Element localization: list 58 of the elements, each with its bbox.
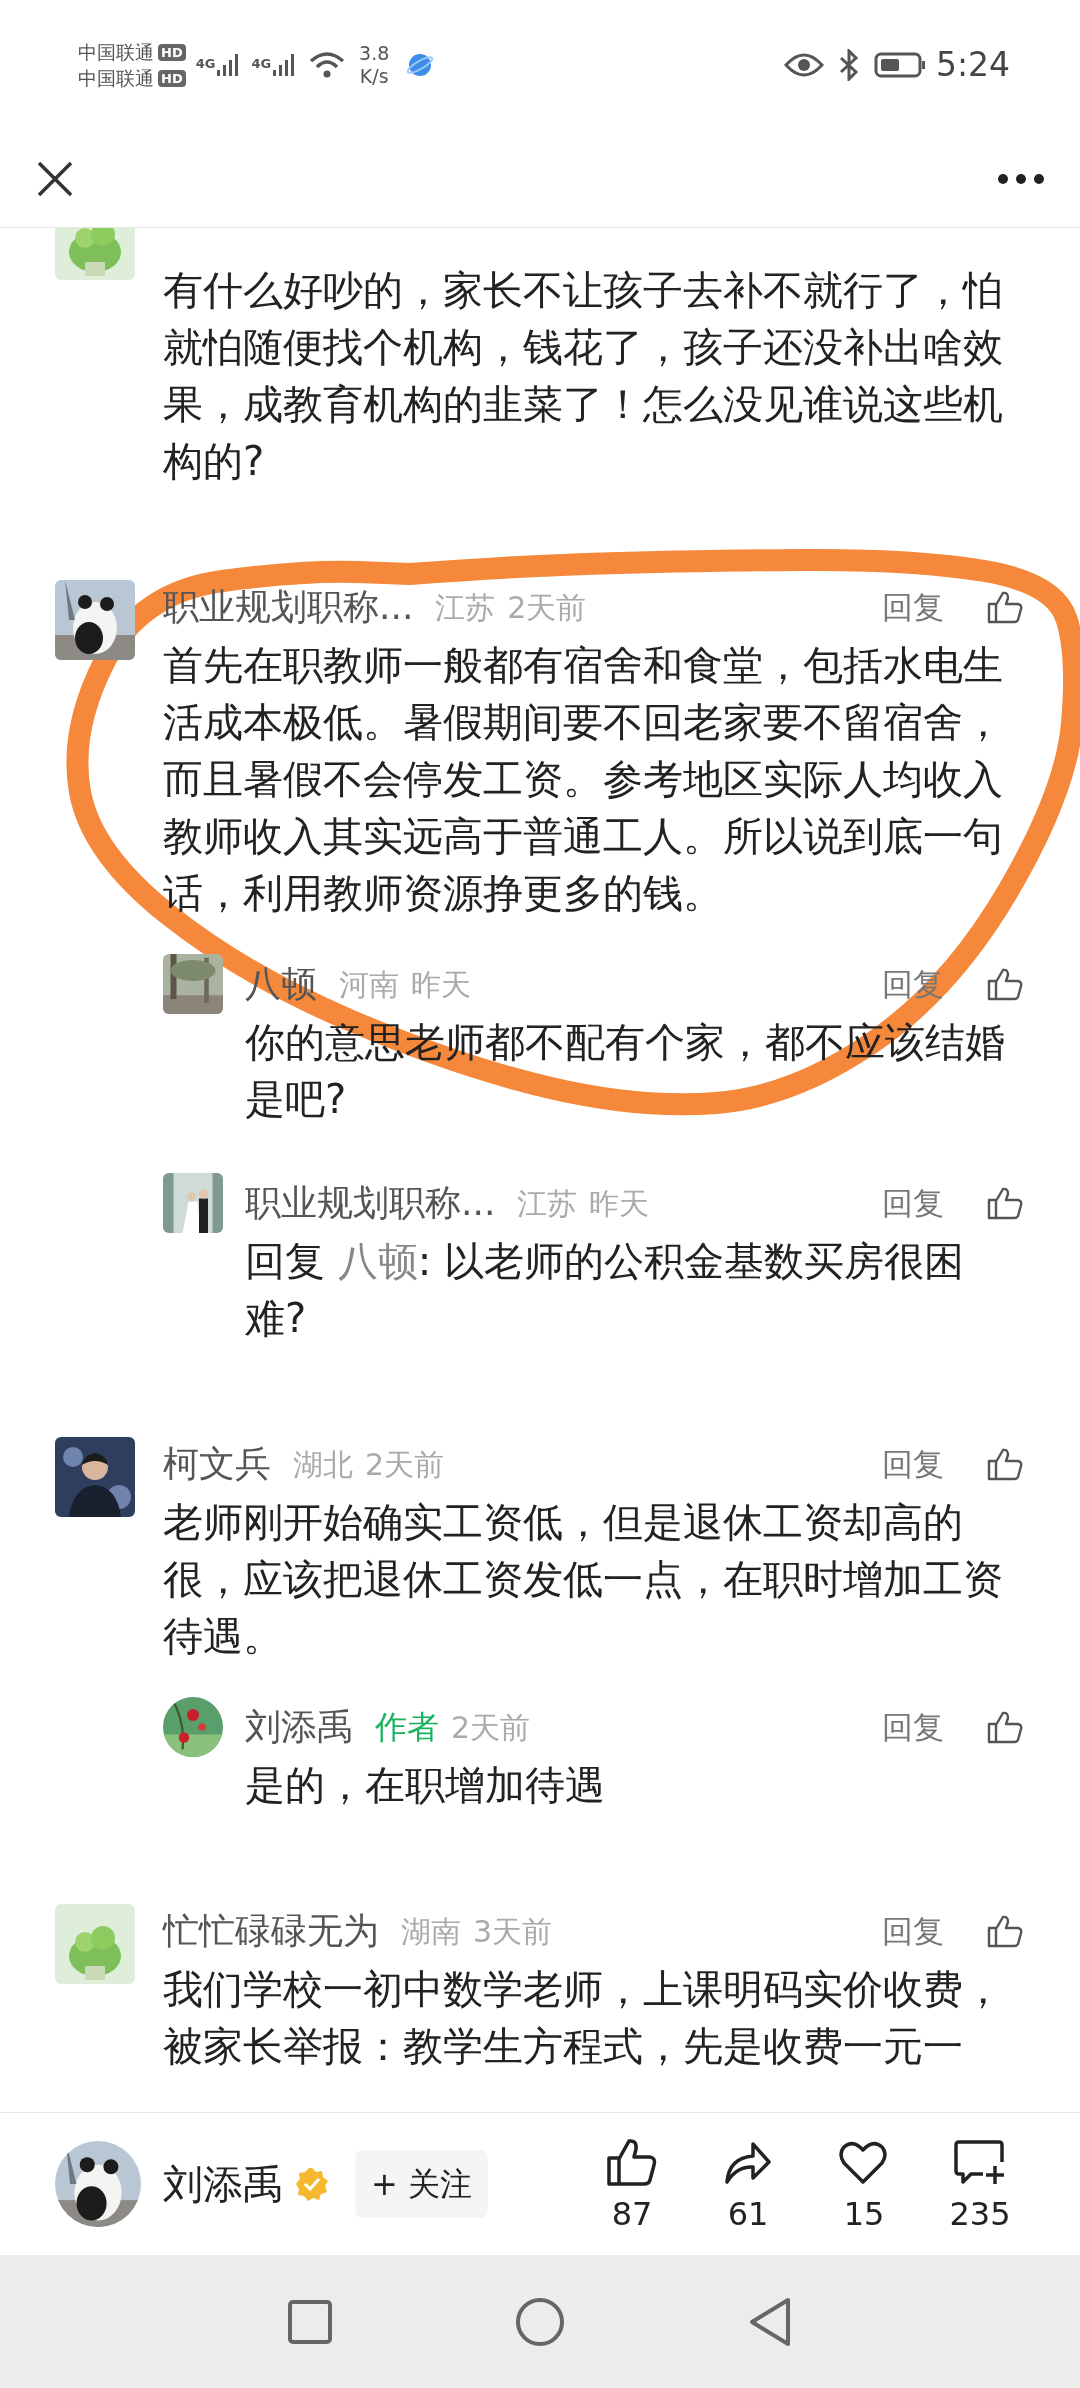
carrier-name: 中国联通 xyxy=(78,66,154,90)
comment-text: 老师刚开始确实工资低，但是退休工资却高的很，应该把退休工资发低一点，在职时增加工资待遇。 xyxy=(163,1498,1004,1661)
comment-location: 河南 xyxy=(339,965,399,1004)
comment-location: 湖南 xyxy=(401,1912,461,1951)
home-icon[interactable] xyxy=(514,2295,566,2348)
commenter-name: 忙忙碌碌无为 xyxy=(163,1909,379,1953)
bluetooth-icon xyxy=(837,49,860,81)
recent-apps-icon[interactable] xyxy=(286,2297,334,2346)
action-count: 87 xyxy=(611,2196,653,2232)
comment-location: 江苏 xyxy=(517,1184,578,1223)
speed-unit: K/s xyxy=(359,65,389,88)
reply-button[interactable]: 回复 xyxy=(882,583,944,631)
network-label: 4G xyxy=(195,55,216,73)
action-count: 15 xyxy=(843,2196,885,2232)
action-count: 235 xyxy=(949,2196,1011,2232)
like-icon[interactable] xyxy=(986,589,1024,625)
comment-time: 2天前 xyxy=(365,1445,445,1484)
comment-time: 2天前 xyxy=(451,1708,531,1747)
like-icon[interactable] xyxy=(986,1185,1024,1221)
like-icon[interactable] xyxy=(986,966,1024,1002)
comment-text: 回复 八顿: 以老师的公积金基数买房很困难? xyxy=(245,1237,965,1343)
author-tag: 作者 xyxy=(375,1703,439,1751)
battery-icon xyxy=(873,51,926,79)
comment-text: 首先在职教师一般都有宿舍和食堂，包括水电生活成本极低。暑假期间要不回老家要不留宿舍，而且暑假不会停发工资。参考地区实际人均收入教师收入其实远高于普通工人。所以说到底一句话，利用教师资源挣更多的钱。 xyxy=(163,641,1004,918)
carrier-name: 中国联通 xyxy=(78,40,154,64)
action-count: 61 xyxy=(727,2196,769,2232)
planet-icon xyxy=(407,52,434,78)
comment-location: 湖北 xyxy=(293,1445,353,1484)
like-icon[interactable] xyxy=(986,1913,1024,1949)
commenter-name: 刘添禹 xyxy=(245,1705,353,1749)
network-label: 4G xyxy=(251,55,272,73)
clock-time: 5:24 xyxy=(935,44,1010,87)
mention-link[interactable]: 八顿 xyxy=(337,1238,418,1284)
like-icon[interactable] xyxy=(605,2136,659,2188)
hd-badge: HD xyxy=(158,69,186,87)
reply-button[interactable]: 回复 xyxy=(882,1440,944,1488)
author-name: 刘添禹 xyxy=(163,2160,283,2209)
close-icon xyxy=(36,159,74,198)
reply-button[interactable]: 回复 xyxy=(882,1907,944,1955)
comment-time: 3天前 xyxy=(473,1912,553,1951)
like-icon[interactable] xyxy=(986,1709,1024,1745)
reply-button[interactable]: 回复 xyxy=(882,1703,944,1751)
reply-button[interactable]: 回复 xyxy=(882,1179,944,1227)
hd-badge: HD xyxy=(158,43,186,61)
comment-time: 2天前 xyxy=(507,588,587,627)
speed-value: 3.8 xyxy=(359,42,390,65)
comment-time: 昨天 xyxy=(589,1184,650,1223)
like-icon[interactable] xyxy=(986,1446,1024,1482)
comment-text: 是的，在职增加待遇 xyxy=(245,1761,606,1810)
comment-time: 昨天 xyxy=(411,965,471,1004)
commenter-name: 职业规划职称... xyxy=(245,1181,496,1225)
comment-text: 我们学校一初中数学老师，上课明码实价收费，被家长举报：教学生方程式，先是收费一元一 xyxy=(163,1965,1004,2071)
more-icon xyxy=(997,172,1045,185)
eye-icon xyxy=(783,51,824,79)
commenter-name: 柯文兵 xyxy=(163,1442,271,1486)
comment-location: 江苏 xyxy=(435,588,496,627)
comment-text: 有什么好吵的，家长不让孩子去补不就行了，怕就怕随便找个机构，钱花了，孩子还没补出啥效果，成教育机构的韭菜了！怎么没见谁说这些机构的? xyxy=(163,266,1004,486)
follow-button[interactable]: + 关注 xyxy=(355,2150,488,2218)
